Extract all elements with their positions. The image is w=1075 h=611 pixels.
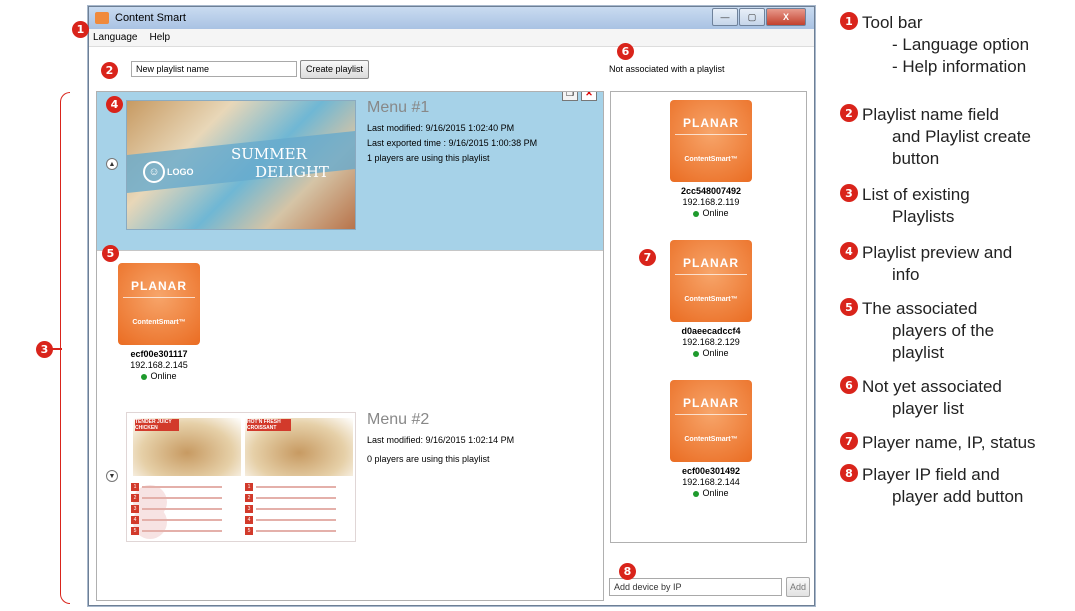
playlist-name: Menu #2 [367,411,430,428]
copy-icon[interactable]: ❐ [562,92,578,101]
player-tile: PLANAR ContentSmart™ [670,240,752,322]
playlist-item[interactable]: ▲ ☺ LOGO SUMMER DELIGHT Menu #1 Last mod… [97,92,603,250]
player-card[interactable]: PLANAR ContentSmart™ 2cc548007492 192.16… [669,100,753,219]
player-card[interactable]: PLANAR ContentSmart™ ecf00e301117 192.16… [117,263,201,382]
app-window: Content Smart — ▢ X Language Help New pl… [88,6,815,606]
online-status-icon [693,490,700,497]
create-playlist-button[interactable]: Create playlist [300,59,370,79]
legend-item-2: 2 Playlist name field and Playlist create… [840,104,1031,170]
playlist-info: Menu #1 Last modified: 9/16/2015 1:02:40… [367,98,537,166]
player-card[interactable]: PLANAR ContentSmart™ ecf00e301492 192.16… [669,380,753,499]
playlist-name-input[interactable]: New playlist name [131,61,297,77]
playlist-thumbnail: ☺ LOGO SUMMER DELIGHT [126,100,356,230]
delete-icon[interactable]: ✕ [581,92,597,101]
unassociated-pane: Not associated with a playlist PLANAR Co… [607,57,810,601]
playlist-pane: New playlist name Create playlist ▲ ☺ LO… [96,57,604,601]
menu-help[interactable]: Help [150,32,171,43]
callout-2: 2 [101,62,118,79]
playlist-info: Menu #2 Last modified: 9/16/2015 1:02:14… [367,410,514,467]
window-title: Content Smart [115,12,186,24]
associated-players: PLANAR ContentSmart™ ecf00e301117 192.16… [97,250,603,406]
online-status-icon [693,210,700,217]
unassociated-header: Not associated with a playlist [609,64,725,74]
callout-5: 5 [102,245,119,262]
legend-item-8: 8 Player IP field and player add button [840,464,1023,508]
legend-item-5: 5 The associated players of the playlist [840,298,994,364]
player-name: ecf00e301117 [130,349,188,359]
chevron-down-icon[interactable]: ▼ [106,470,118,482]
title-bar: Content Smart — ▢ X [89,7,814,29]
player-ip: 192.168.2.144 [682,477,740,487]
player-tile: PLANAR ContentSmart™ [670,100,752,182]
playlist-create-row: New playlist name Create playlist [96,57,604,81]
playlist-thumbnail: TENDER JUICY CHICKEN HOT'N FRESH CROISSA… [126,412,356,542]
playlist-players-using: 1 players are using this playlist [367,153,490,163]
add-device-row: Add device by IP Add [607,575,810,599]
legend-item-4: 4 Playlist preview and info [840,242,1012,286]
playlist-players-using: 0 players are using this playlist [367,454,490,464]
playlist-last-modified: Last modified: 9/16/2015 1:02:40 PM [367,123,515,133]
legend-item-1: 1 Tool bar - Language option - Help infor… [840,12,1029,78]
callout-4: 4 [106,96,123,113]
menu-language[interactable]: Language [93,32,138,43]
callout-7: 7 [639,249,656,266]
player-tile: PLANAR ContentSmart™ [670,380,752,462]
minimize-button[interactable]: — [712,8,738,26]
add-device-input[interactable]: Add device by IP [609,578,782,596]
player-status: Online [669,348,753,359]
smiley-icon: ☺ [143,161,165,183]
callout-3: 3 [36,341,53,358]
menu-bar: Language Help [89,29,814,47]
add-device-button[interactable]: Add [786,577,810,597]
unassociated-player-list: PLANAR ContentSmart™ 2cc548007492 192.16… [610,91,807,543]
playlist-item[interactable]: ▼ TENDER JUICY CHICKEN HOT'N FRESH CROIS… [97,404,603,544]
playlist-last-modified: Last modified: 9/16/2015 1:02:14 PM [367,435,515,445]
player-name: ecf00e301492 [681,466,741,476]
playlist-name: Menu #1 [367,99,430,116]
legend-item-7: 7 Player name, IP, status [840,432,1036,454]
callout-8: 8 [619,563,636,580]
player-ip: 192.168.2.129 [682,337,740,347]
player-ip: 192.168.2.145 [130,360,188,370]
legend-item-6: 6 Not yet associated player list [840,376,1002,420]
legend-item-3: 3 List of existing Playlists [840,184,970,228]
player-name: d0aeecadccf4 [681,326,741,336]
close-button[interactable]: X [766,8,806,26]
callout-1: 1 [72,21,89,38]
maximize-button[interactable]: ▢ [739,8,765,26]
online-status-icon [141,373,148,380]
player-status: Online [117,371,201,382]
playlist-list: ▲ ☺ LOGO SUMMER DELIGHT Menu #1 Last mod… [96,91,604,601]
player-status: Online [669,208,753,219]
online-status-icon [693,350,700,357]
player-tile: PLANAR ContentSmart™ [118,263,200,345]
callout-6: 6 [617,43,634,60]
app-logo-icon [95,12,109,24]
player-ip: 192.168.2.119 [682,197,740,207]
player-card[interactable]: PLANAR ContentSmart™ d0aeecadccf4 192.16… [669,240,753,359]
player-status: Online [669,488,753,499]
chevron-up-icon[interactable]: ▲ [106,158,118,170]
playlist-last-exported: Last exported time : 9/16/2015 1:00:38 P… [367,138,538,148]
player-name: 2cc548007492 [680,186,742,196]
